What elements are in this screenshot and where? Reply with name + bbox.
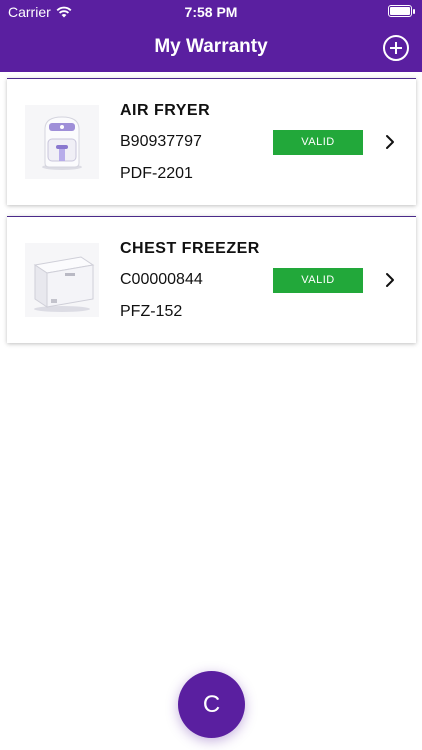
serial-number: C00000844 (120, 271, 203, 288)
air-fryer-image (25, 105, 99, 179)
floating-action-button[interactable]: C (178, 671, 245, 738)
model-number: PDF-2201 (120, 165, 193, 182)
page-title: My Warranty (154, 36, 268, 57)
status-time: 7:58 PM (184, 4, 238, 20)
add-warranty-button[interactable] (383, 35, 409, 61)
product-name: CHEST FREEZER (120, 240, 260, 257)
warranty-card[interactable]: CHEST FREEZER C00000844 PFZ-152 VALID (7, 216, 416, 343)
status-bar: Carrier 7:58 PM (0, 0, 422, 24)
warranty-card[interactable]: AIR FRYER B90937797 PDF-2201 VALID (7, 78, 416, 205)
product-name: AIR FRYER (120, 102, 211, 119)
serial-number: B90937797 (120, 133, 202, 150)
battery-icon (388, 5, 415, 17)
model-number: PFZ-152 (120, 303, 183, 320)
status-badge: VALID (273, 130, 363, 155)
chest-freezer-image (25, 243, 99, 317)
status-badge: VALID (273, 268, 363, 293)
chevron-right-icon[interactable] (383, 271, 397, 289)
chevron-right-icon[interactable] (383, 133, 397, 151)
app-header: Carrier 7:58 PM My Warranty (0, 0, 422, 72)
